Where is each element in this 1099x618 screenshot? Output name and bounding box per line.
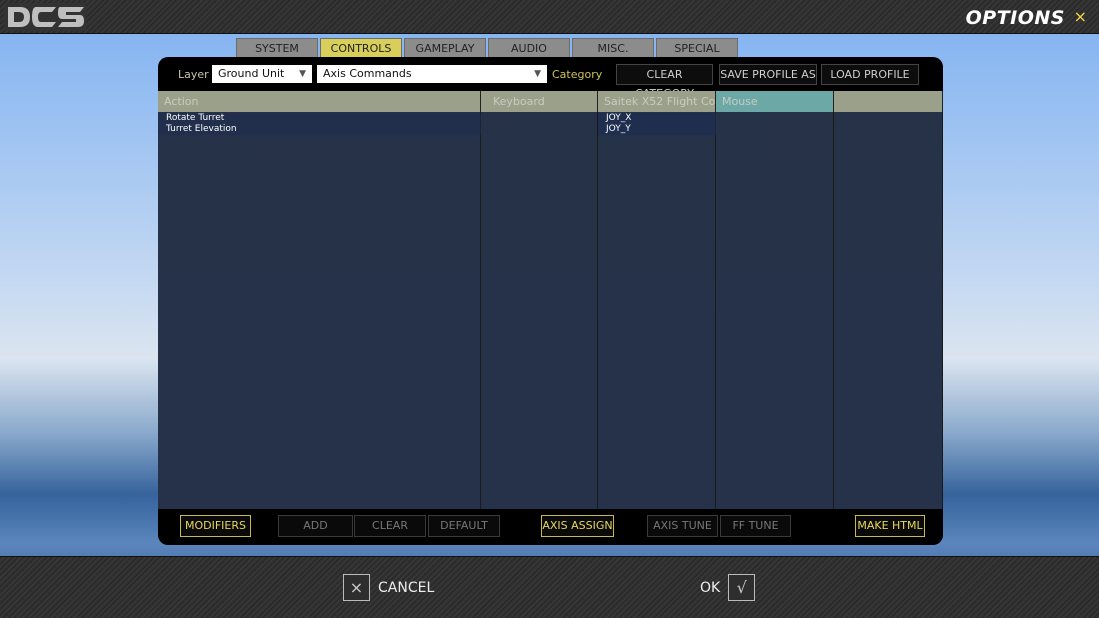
save-profile-as-button[interactable]: SAVE PROFILE AS [719, 64, 817, 85]
clear-button[interactable]: CLEAR [354, 515, 426, 537]
tab-gameplay[interactable]: GAMEPLAY [404, 38, 486, 57]
table-row[interactable]: Rotate Turret JOY_X [158, 113, 943, 124]
layer-label: Layer [178, 68, 209, 81]
cancel-x-icon: × [343, 574, 370, 601]
column-header-action[interactable]: Action [158, 91, 481, 112]
column-header-keyboard[interactable]: Keyboard [481, 91, 598, 112]
axis-assign-button[interactable]: AXIS ASSIGN [541, 515, 614, 537]
add-button[interactable]: ADD [278, 515, 353, 537]
action-cell: Turret Elevation [158, 124, 481, 135]
layer-value: Ground Unit [218, 67, 285, 80]
column-header-mouse[interactable]: Mouse [716, 91, 834, 112]
modifiers-button[interactable]: MODIFIERS [180, 515, 251, 537]
axis-tune-button[interactable]: AXIS TUNE [647, 515, 718, 537]
tab-system[interactable]: SYSTEM [236, 38, 318, 57]
bottom-bar: × CANCEL OK √ [0, 556, 1099, 618]
layer-dropdown[interactable]: Ground Unit ▼ [212, 65, 312, 83]
chevron-down-icon: ▼ [534, 69, 541, 79]
joystick-binding-cell[interactable]: JOY_X [598, 113, 716, 124]
clear-category-button[interactable]: CLEAR CATEGORY [616, 64, 713, 100]
category-dropdown[interactable]: Axis Commands ▼ [317, 65, 547, 83]
cancel-label: CANCEL [378, 579, 435, 596]
table-row[interactable]: Turret Elevation JOY_Y [158, 124, 943, 135]
controls-panel: Layer Ground Unit ▼ Axis Commands ▼ Cate… [158, 57, 943, 545]
joystick-binding-cell[interactable]: JOY_Y [598, 124, 716, 135]
tab-controls[interactable]: CONTROLS [320, 38, 402, 57]
cancel-button[interactable]: × CANCEL [343, 574, 434, 601]
top-bar: OPTIONS × [0, 0, 1099, 34]
make-html-button[interactable]: MAKE HTML [855, 515, 925, 537]
category-label: Category [552, 68, 603, 81]
options-tabs: SYSTEM CONTROLS GAMEPLAY AUDIO MISC. SPE… [236, 38, 738, 57]
load-profile-button[interactable]: LOAD PROFILE [821, 64, 919, 85]
controls-toolbar: Layer Ground Unit ▼ Axis Commands ▼ Cate… [158, 57, 943, 100]
extra-column [834, 112, 943, 509]
ff-tune-button[interactable]: FF TUNE [720, 515, 791, 537]
chevron-down-icon: ▼ [299, 69, 306, 79]
category-value: Axis Commands [323, 67, 412, 80]
column-header-extra [834, 91, 943, 112]
column-header-joystick[interactable]: Saitek X52 Flight Co [598, 91, 716, 112]
action-column [158, 112, 481, 509]
mouse-column[interactable] [716, 112, 834, 509]
action-cell: Rotate Turret [158, 113, 481, 124]
tab-misc[interactable]: MISC. [572, 38, 654, 57]
dcs-logo [4, 3, 86, 31]
window-title: OPTIONS [965, 7, 1065, 29]
bindings-grid: Action Keyboard Saitek X52 Flight Co Mou… [158, 91, 943, 509]
ok-label: OK [700, 579, 721, 596]
checkmark-icon: √ [728, 574, 756, 601]
keyboard-column[interactable] [481, 112, 598, 509]
ok-button[interactable]: OK √ [700, 574, 756, 601]
tab-special[interactable]: SPECIAL [656, 38, 738, 57]
action-bar: MODIFIERS ADD CLEAR DEFAULT AXIS ASSIGN … [158, 509, 943, 545]
joystick-column[interactable] [598, 112, 716, 509]
default-button[interactable]: DEFAULT [428, 515, 500, 537]
close-icon[interactable]: × [1074, 7, 1087, 26]
tab-audio[interactable]: AUDIO [488, 38, 570, 57]
